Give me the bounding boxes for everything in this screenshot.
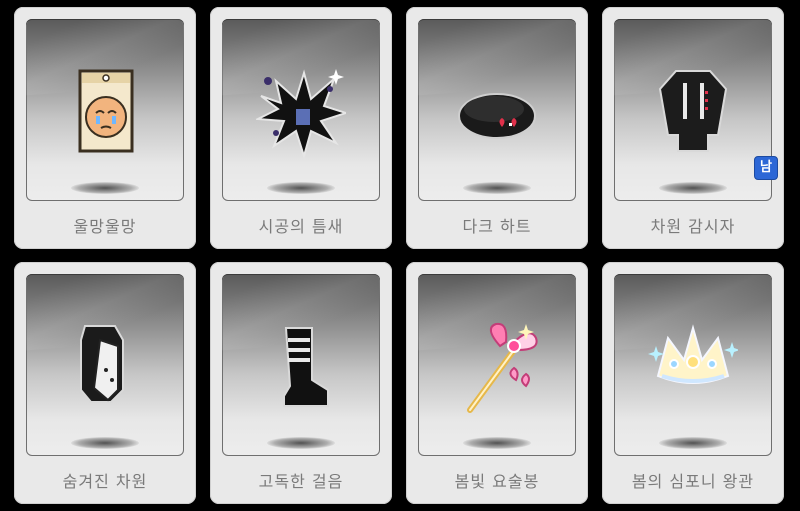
item-label: 숨겨진 차원: [62, 472, 148, 491]
item-grid: 울망울망 시공의 틈새 다크 하트 남 차원 감시자 숨겨진 차원 고독한 걸음…: [0, 0, 800, 511]
dark-boots-icon: [283, 327, 329, 407]
dark-cape-icon: [80, 325, 124, 403]
dark-beret-icon: [458, 93, 536, 139]
dimension-rift-icon: [256, 69, 346, 160]
item-shadow: [267, 182, 335, 194]
item-art: [222, 19, 380, 201]
item-card-crown[interactable]: 봄의 심포니 왕관: [602, 262, 784, 504]
item-label: 차원 감시자: [650, 217, 736, 236]
item-art: [26, 274, 184, 456]
item-art: [614, 274, 772, 456]
item-shadow: [71, 182, 139, 194]
item-card-dark-heart[interactable]: 다크 하트: [406, 7, 588, 249]
item-card-ulmang[interactable]: 울망울망: [14, 7, 196, 249]
dark-coat-icon: [658, 70, 728, 152]
spring-magic-wand-icon: [467, 322, 538, 413]
crying-face-tag-icon: [78, 69, 134, 153]
item-shadow: [659, 182, 727, 194]
item-shadow: [659, 437, 727, 449]
item-card-hidden[interactable]: 숨겨진 차원: [14, 262, 196, 504]
item-card-lonely[interactable]: 고독한 걸음: [210, 262, 392, 504]
gender-badge: 남: [754, 156, 778, 180]
item-art: [418, 274, 576, 456]
item-label: 울망울망: [73, 217, 137, 236]
item-label: 봄의 심포니 왕관: [631, 472, 755, 491]
item-shadow: [71, 437, 139, 449]
item-art: [222, 274, 380, 456]
item-label: 봄빛 요술봉: [454, 472, 540, 491]
item-card-rift[interactable]: 시공의 틈새: [210, 7, 392, 249]
spring-crown-icon: [648, 324, 738, 384]
item-art: [26, 19, 184, 201]
item-shadow: [267, 437, 335, 449]
item-art: [614, 19, 772, 201]
item-shadow: [463, 437, 531, 449]
item-label: 고독한 걸음: [258, 472, 344, 491]
item-shadow: [463, 182, 531, 194]
item-art: [418, 19, 576, 201]
item-card-watcher[interactable]: 남 차원 감시자: [602, 7, 784, 249]
item-label: 다크 하트: [462, 217, 532, 236]
item-label: 시공의 틈새: [258, 217, 344, 236]
item-card-wand[interactable]: 봄빛 요술봉: [406, 262, 588, 504]
